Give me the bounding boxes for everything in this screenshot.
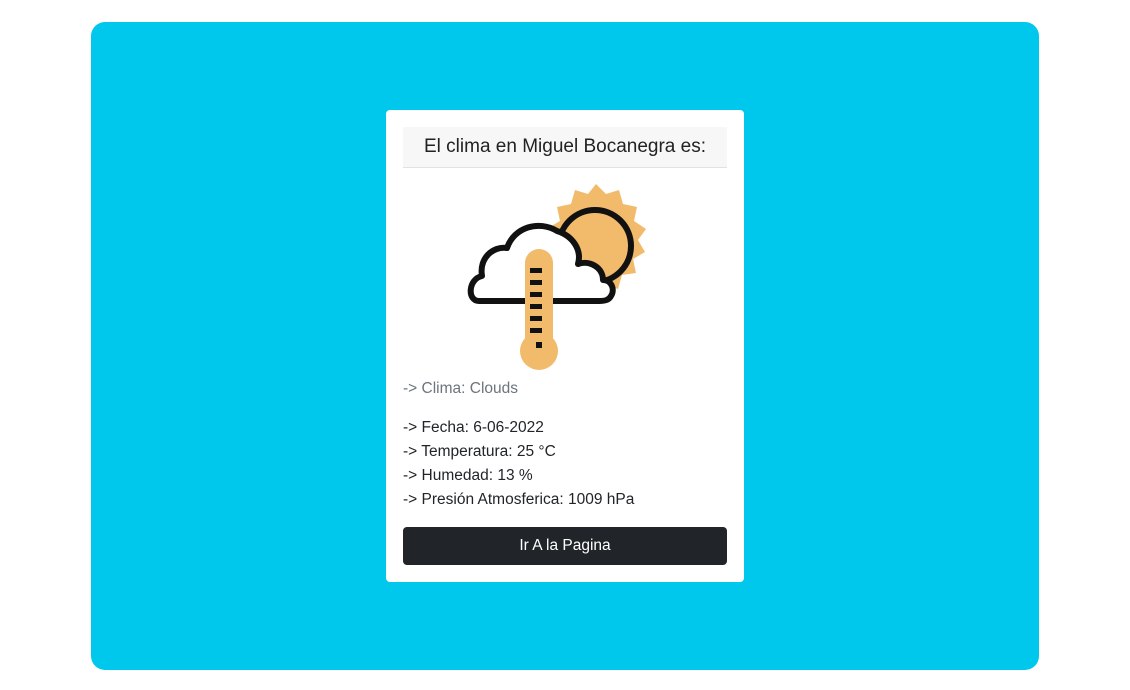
weather-details: -> Fecha: 6-06-2022 -> Temperatura: 25 °… [403, 416, 634, 512]
card-title: El clima en Miguel Bocanegra es: [403, 127, 727, 168]
thermometer-icon [520, 249, 558, 370]
weather-condition: -> Clima: Clouds [403, 380, 518, 397]
weather-illustration [403, 168, 727, 373]
detail-humidity: -> Humedad: 13 % [403, 467, 533, 484]
detail-pressure: -> Presión Atmosferica: 1009 hPa [403, 491, 635, 508]
cloud-sun-thermometer-icon [467, 184, 646, 370]
detail-date: -> Fecha: 6-06-2022 [403, 419, 544, 436]
go-to-page-button[interactable]: Ir A la Pagina [403, 527, 727, 565]
weather-card: El clima en Miguel Bocanegra es: -> Clim… [386, 110, 744, 582]
detail-temperature: -> Temperatura: 25 °C [403, 443, 556, 460]
